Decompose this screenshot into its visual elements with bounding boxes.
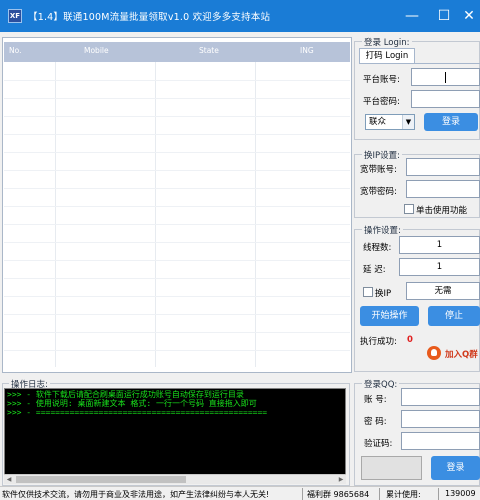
log-line: >>> - 软件下载后请配合刷桌面运行成功账号自动保存到运行目录: [7, 390, 244, 399]
qq-password-input[interactable]: [401, 410, 480, 428]
qq-login-title: 登录QQ:: [362, 378, 400, 390]
scrollbar-thumb[interactable]: [16, 476, 186, 483]
broadband-account-input[interactable]: [406, 158, 480, 176]
qq-account-label: 账 号:: [364, 395, 387, 405]
single-use-checkbox[interactable]: [404, 204, 414, 214]
status-usage-label: 累计使用:: [386, 490, 421, 499]
status-separator: [302, 488, 303, 500]
row-divider: [4, 350, 350, 351]
list-header: No. Mobile State ING: [4, 42, 350, 62]
platform-select[interactable]: 联众 ▼: [365, 114, 415, 130]
platform-password-input[interactable]: [411, 90, 480, 108]
success-count: 0: [407, 335, 413, 345]
change-ip-label: 换IP: [375, 289, 392, 299]
app-logo-icon: XF: [8, 9, 22, 23]
platform-account-input[interactable]: [411, 68, 480, 86]
row-divider: [4, 98, 350, 99]
qq-icon[interactable]: [427, 346, 441, 360]
ip-settings-title: 换IP设置:: [362, 149, 402, 161]
window-title: 【1.4】联通100M流量批量领取v1.0 欢迎多多支持本站: [28, 12, 271, 23]
column-no[interactable]: No.: [9, 46, 21, 55]
row-divider: [4, 278, 350, 279]
success-label: 执行成功:: [360, 337, 397, 347]
stop-button[interactable]: 停止: [428, 306, 480, 326]
row-divider: [4, 332, 350, 333]
maximize-button[interactable]: ☐: [433, 6, 455, 26]
platform-login-button[interactable]: 登录: [424, 113, 478, 131]
chevron-down-icon[interactable]: ▼: [402, 115, 414, 129]
tab-divider: [359, 63, 480, 64]
captcha-input[interactable]: [401, 432, 480, 450]
scroll-right-icon[interactable]: ▶: [336, 475, 346, 484]
row-divider: [4, 134, 350, 135]
title-bar: XF 【1.4】联通100M流量批量领取v1.0 欢迎多多支持本站 — ☐ ✕: [0, 0, 480, 32]
row-divider: [4, 80, 350, 81]
join-qq-group-link[interactable]: 加入Q群: [445, 348, 478, 360]
single-use-label: 单击使用功能: [416, 206, 468, 216]
change-ip-checkbox[interactable]: [363, 287, 373, 297]
column-mobile[interactable]: Mobile: [84, 46, 109, 55]
row-divider: [4, 224, 350, 225]
column-state[interactable]: State: [199, 46, 219, 55]
platform-account-label: 平台账号:: [363, 75, 400, 85]
platform-select-value: 联众: [369, 117, 387, 127]
status-usage-count: 139009: [445, 489, 476, 498]
row-divider: [4, 188, 350, 189]
row-divider: [4, 314, 350, 315]
threads-label: 线程数:: [363, 243, 392, 253]
tab-captcha-login[interactable]: 打码 Login: [359, 48, 415, 64]
status-bar: 软件仅供技术交流，请勿用于商业及非法用途，如产生法律纠纷与本人无关! 福利群 9…: [0, 486, 480, 500]
qq-account-input[interactable]: [401, 388, 480, 406]
qq-login-button[interactable]: 登录: [431, 456, 480, 480]
broadband-password-label: 宽带密码:: [360, 187, 397, 197]
change-ip-select[interactable]: 无需: [406, 282, 480, 300]
close-button[interactable]: ✕: [458, 6, 480, 26]
row-divider: [4, 170, 350, 171]
column-divider: [255, 62, 256, 367]
column-divider: [55, 62, 56, 367]
row-divider: [4, 242, 350, 243]
captcha-image[interactable]: [361, 456, 422, 480]
status-group: 福利群 9865684: [307, 490, 370, 499]
qq-password-label: 密 码:: [364, 417, 387, 427]
broadband-password-input[interactable]: [406, 180, 480, 198]
text-cursor: [445, 72, 446, 83]
column-divider: [155, 62, 156, 367]
delay-label: 延 迟:: [363, 265, 386, 275]
captcha-label: 验证码:: [364, 439, 393, 449]
threads-input[interactable]: 1: [399, 236, 480, 254]
log-line: >>> - 使用说明: 桌面新建文本 格式: 一行一个号码 直接拖入即可: [7, 399, 257, 408]
minimize-button[interactable]: —: [401, 6, 423, 26]
log-output[interactable]: >>> - 软件下载后请配合刷桌面运行成功账号自动保存到运行目录 >>> - 使…: [4, 388, 346, 484]
scroll-left-icon[interactable]: ◀: [4, 475, 14, 484]
status-separator: [438, 488, 439, 500]
op-settings-title: 操作设置:: [362, 224, 403, 236]
login-group-title: 登录 Login:: [362, 36, 412, 48]
column-ing[interactable]: ING: [300, 46, 314, 55]
row-divider: [4, 116, 350, 117]
row-divider: [4, 260, 350, 261]
log-line: >>> - ==================================…: [7, 408, 268, 417]
row-divider: [4, 206, 350, 207]
row-divider: [4, 152, 350, 153]
row-divider: [4, 296, 350, 297]
status-notice: 软件仅供技术交流，请勿用于商业及非法用途，如产生法律纠纷与本人无关!: [2, 490, 270, 499]
start-button[interactable]: 开始操作: [360, 306, 419, 326]
delay-input[interactable]: 1: [399, 258, 480, 276]
broadband-account-label: 宽带账号:: [360, 165, 397, 175]
platform-password-label: 平台密码:: [363, 97, 400, 107]
status-separator: [379, 488, 380, 500]
log-horizontal-scrollbar[interactable]: ◀ ▶: [4, 474, 346, 484]
